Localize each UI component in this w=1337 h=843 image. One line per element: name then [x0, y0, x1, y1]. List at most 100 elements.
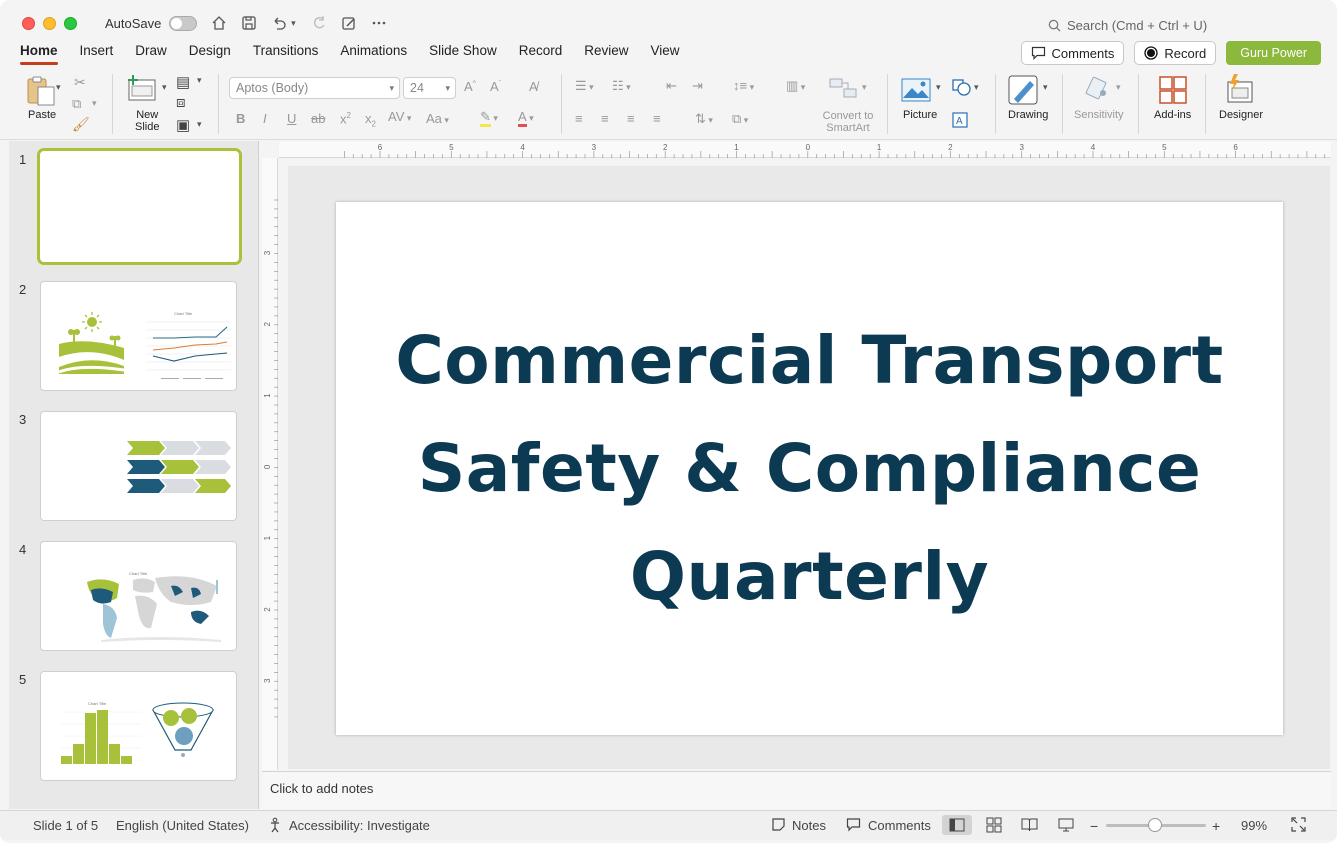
increase-font-icon[interactable]: A^: [464, 79, 476, 94]
comments-button[interactable]: Comments: [1020, 41, 1125, 65]
align-text-icon[interactable]: ⧉ ▾: [732, 111, 748, 127]
text-direction-icon[interactable]: ⇅ ▾: [695, 111, 713, 127]
decrease-indent-icon[interactable]: ⇤: [666, 78, 677, 94]
shapes-icon[interactable]: [952, 79, 972, 100]
decrease-font-icon[interactable]: Aˇ: [490, 79, 501, 94]
guru-power-button[interactable]: Guru Power: [1226, 41, 1321, 65]
tab-slide-show[interactable]: Slide Show: [418, 40, 508, 66]
shapes-dropdown-icon[interactable]: ▾: [974, 82, 979, 93]
format-painter-icon[interactable]: 🖌: [72, 116, 90, 133]
highlight-icon[interactable]: ✎ ▾: [480, 109, 498, 127]
customize-icon[interactable]: [341, 15, 357, 31]
layout-icon[interactable]: ▤: [176, 73, 190, 91]
home-icon[interactable]: [211, 15, 227, 31]
slide-thumbnail-3[interactable]: [40, 411, 237, 521]
text-box-icon[interactable]: A: [952, 112, 968, 131]
notes-toggle-icon[interactable]: [771, 817, 786, 835]
drawing-dropdown-icon[interactable]: ▾: [1043, 82, 1048, 93]
accessibility-status[interactable]: Accessibility: Investigate: [289, 818, 430, 833]
slide-title-line-2[interactable]: Safety & Compliance: [418, 415, 1202, 523]
section-icon[interactable]: ▣: [176, 116, 190, 134]
accessibility-icon[interactable]: [268, 817, 284, 836]
tab-draw[interactable]: Draw: [124, 40, 178, 66]
bullets-icon[interactable]: ☰ ▾: [575, 78, 594, 94]
smartart-icon[interactable]: [828, 76, 860, 103]
strikethrough-icon[interactable]: ab: [311, 111, 325, 126]
tab-home[interactable]: Home: [9, 40, 69, 66]
align-center-icon[interactable]: ≡: [601, 111, 609, 126]
tab-record[interactable]: Record: [508, 40, 574, 66]
undo-icon[interactable]: [271, 15, 287, 31]
slide-thumbnail-4[interactable]: Chart Title: [40, 541, 237, 651]
character-spacing-icon[interactable]: AV ▾: [388, 109, 411, 124]
minimize-window-button[interactable]: [43, 16, 56, 30]
normal-view-button[interactable]: [942, 815, 972, 835]
section-dropdown-icon[interactable]: ▾: [197, 119, 202, 130]
zoom-window-button[interactable]: [64, 16, 77, 30]
new-slide-dropdown-icon[interactable]: ▾: [162, 82, 167, 93]
designer-icon[interactable]: [1224, 74, 1256, 107]
subscript-icon[interactable]: x2: [365, 111, 376, 129]
italic-icon[interactable]: I: [263, 111, 267, 126]
comments-toggle-icon[interactable]: [846, 817, 861, 835]
columns-icon[interactable]: ▥ ▾: [786, 78, 805, 94]
slide-thumbnail-1[interactable]: [37, 148, 242, 265]
search-box[interactable]: Search (Cmd + Ctrl + U): [1048, 18, 1207, 33]
paste-dropdown-icon[interactable]: ▾: [56, 82, 61, 93]
smartart-dropdown-icon[interactable]: ▾: [862, 82, 867, 93]
align-left-icon[interactable]: ≡: [575, 111, 583, 126]
numbering-icon[interactable]: ☷ ▾: [612, 78, 631, 94]
language-indicator[interactable]: English (United States): [116, 818, 249, 833]
record-button[interactable]: Record: [1134, 41, 1217, 65]
drawing-icon[interactable]: [1008, 75, 1040, 108]
slide-title-line-3[interactable]: Quarterly: [630, 523, 989, 631]
clear-formatting-icon[interactable]: A̸: [529, 79, 538, 94]
sensitivity-dropdown-icon[interactable]: ▾: [1116, 82, 1121, 93]
bold-icon[interactable]: B: [236, 111, 245, 126]
tab-transitions[interactable]: Transitions: [242, 40, 330, 66]
reading-view-icon[interactable]: [1021, 817, 1038, 836]
cut-icon[interactable]: ✂: [74, 74, 86, 91]
reset-icon[interactable]: ⧈: [176, 94, 186, 111]
font-name-select[interactable]: Aptos (Body) ▾: [229, 77, 400, 99]
line-spacing-icon[interactable]: ↕≡ ▾: [733, 78, 754, 93]
picture-dropdown-icon[interactable]: ▾: [936, 82, 941, 93]
new-slide-icon[interactable]: [126, 74, 158, 105]
font-size-select[interactable]: 24 ▾: [403, 77, 456, 99]
notes-pane[interactable]: Click to add notes: [262, 771, 1331, 809]
picture-icon[interactable]: [901, 78, 931, 105]
tab-design[interactable]: Design: [178, 40, 242, 66]
superscript-icon[interactable]: x2: [340, 111, 351, 126]
comments-toggle-button[interactable]: Comments: [868, 818, 931, 833]
paste-icon[interactable]: [26, 76, 60, 109]
zoom-level[interactable]: 99%: [1241, 818, 1267, 833]
layout-dropdown-icon[interactable]: ▾: [197, 75, 202, 86]
slide-title-line-1[interactable]: Commercial Transport: [395, 307, 1223, 415]
increase-indent-icon[interactable]: ⇥: [692, 78, 703, 94]
fit-slide-icon[interactable]: [1291, 817, 1306, 835]
tab-review[interactable]: Review: [573, 40, 639, 66]
font-color-icon[interactable]: A ▾: [518, 109, 534, 127]
slideshow-view-icon[interactable]: [1058, 817, 1074, 836]
undo-dropdown-icon[interactable]: ▾: [289, 15, 297, 31]
copy-icon[interactable]: ⧉: [72, 96, 81, 112]
save-icon[interactable]: [241, 15, 257, 31]
close-window-button[interactable]: [22, 16, 35, 30]
align-right-icon[interactable]: ≡: [627, 111, 635, 126]
tab-insert[interactable]: Insert: [69, 40, 125, 66]
sensitivity-icon[interactable]: [1085, 75, 1113, 106]
zoom-out-icon[interactable]: −: [1090, 818, 1098, 834]
zoom-in-icon[interactable]: +: [1212, 818, 1220, 834]
autosave-toggle[interactable]: [169, 15, 198, 31]
underline-icon[interactable]: U: [287, 111, 296, 126]
current-slide[interactable]: Commercial Transport Safety & Compliance…: [336, 202, 1283, 735]
copy-dropdown-icon[interactable]: ▾: [92, 98, 97, 109]
redo-icon[interactable]: [311, 15, 327, 31]
zoom-slider-thumb[interactable]: [1148, 818, 1162, 832]
more-icon[interactable]: [371, 15, 387, 31]
add-ins-icon[interactable]: [1159, 76, 1187, 107]
slide-thumbnail-5[interactable]: Chart Title: [40, 671, 237, 781]
slide-sorter-icon[interactable]: [986, 817, 1002, 836]
change-case-icon[interactable]: Aa ▾: [426, 111, 449, 126]
slide-thumbnail-2[interactable]: Chart Title: [40, 281, 237, 391]
